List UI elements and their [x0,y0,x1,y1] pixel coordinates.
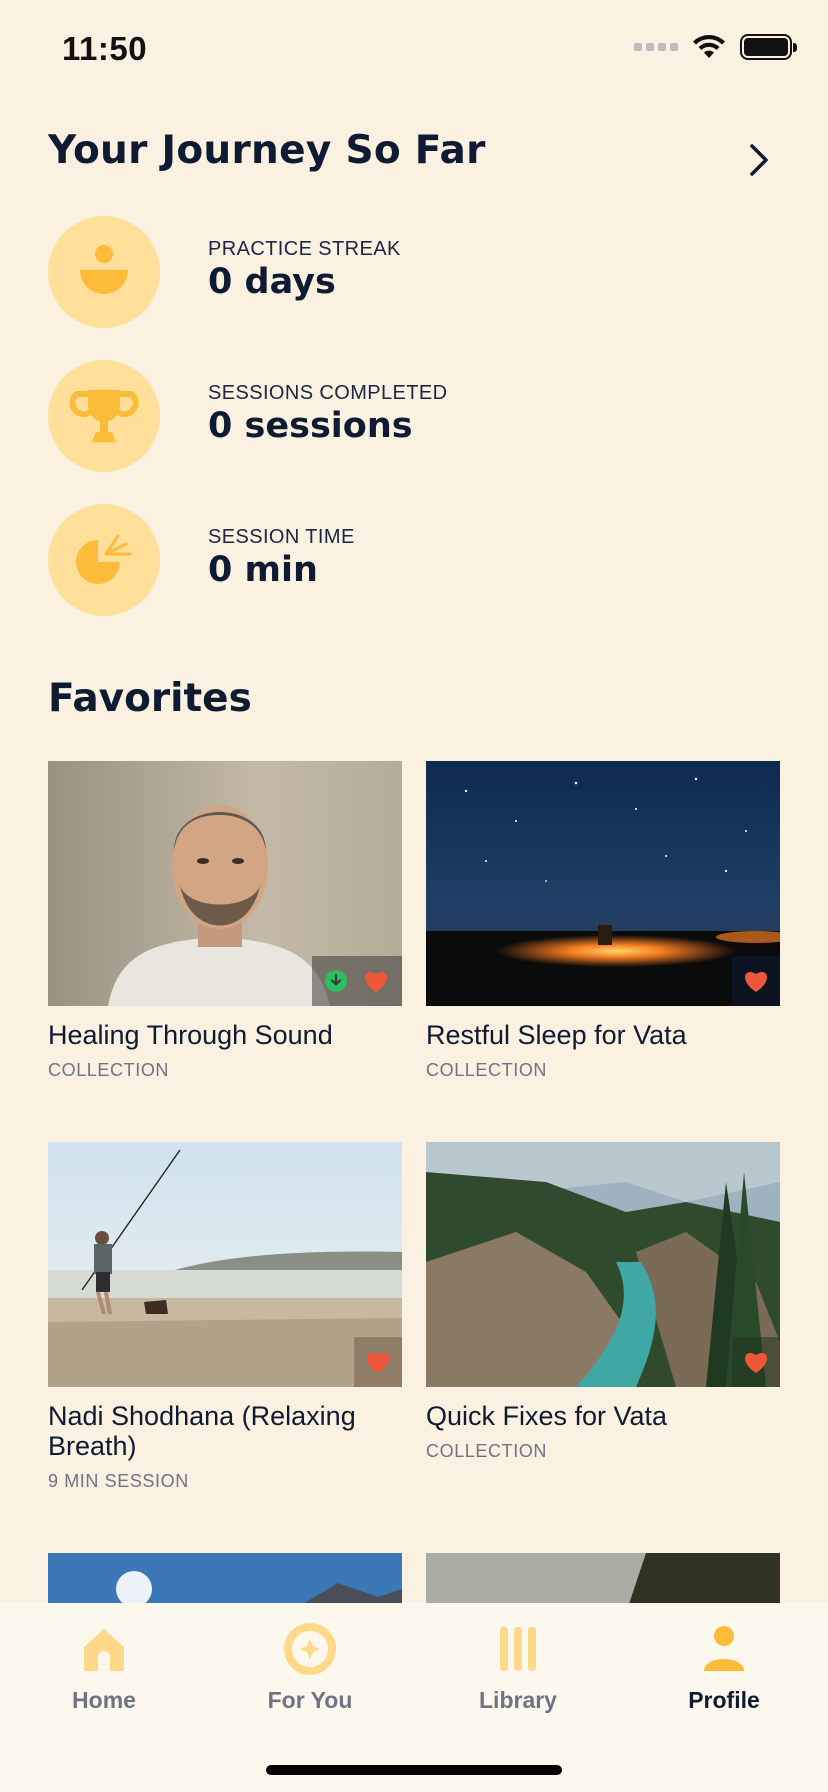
campfire-night-image [426,761,780,1006]
heart-icon[interactable] [364,1350,392,1374]
meditation-icon [80,245,128,294]
card-title: Restful Sleep for Vata [426,1020,687,1050]
wifi-icon [693,35,725,58]
tab-library[interactable]: Library [428,1621,608,1731]
stat-label: PRACTICE STREAK [208,238,401,260]
heart-icon[interactable] [362,969,390,993]
card-badge [354,1337,402,1387]
card-subtitle: COLLECTION [426,1060,548,1080]
canyon-river-image [426,1142,780,1387]
card-subtitle: COLLECTION [48,1060,170,1080]
profile-icon [704,1626,744,1671]
home-indicator [266,1765,562,1775]
status-icons [634,34,797,60]
tab-label: Profile [688,1687,760,1713]
card-image [426,1142,780,1387]
tab-label: For You [267,1687,353,1713]
favorite-card[interactable]: Quick Fixes for Vata COLLECTION [426,1142,780,1462]
battery-icon [740,34,797,60]
card-badge [732,1337,780,1387]
pie-time-icon [76,534,132,584]
tab-label: Home [72,1687,136,1713]
card-badge [732,956,780,1006]
stat-icon-circle [48,216,160,328]
chevron-right-icon[interactable] [740,140,776,180]
stat-value: 0 min [208,550,318,590]
stat-label: SESSIONS COMPLETED [208,382,448,404]
tab-for-you[interactable]: For You [220,1621,400,1731]
trophy-icon [69,390,139,442]
home-icon [84,1629,124,1671]
status-time: 11:50 [62,30,148,67]
favorites-title: Favorites [48,676,252,721]
card-title: Healing Through Sound [48,1020,333,1050]
stat-sessions-completed: SESSIONS COMPLETED 0 sessions [48,360,748,472]
tab-bar: Home For You Library Profile [0,1603,828,1792]
download-icon[interactable] [324,969,348,993]
card-badge [312,956,402,1006]
status-bar: 11:50 [0,0,828,100]
heart-icon[interactable] [742,969,770,993]
stat-value: 0 days [208,262,336,302]
stat-icon-circle [48,504,160,616]
for-you-icon [284,1623,336,1675]
stat-session-time: SESSION TIME 0 min [48,504,748,616]
tab-home[interactable]: Home [14,1621,194,1731]
card-subtitle: 9 MIN SESSION [48,1471,189,1491]
card-image [48,761,402,1006]
card-image [48,1142,402,1387]
favorite-card[interactable]: Healing Through Sound COLLECTION [48,761,402,1081]
library-icon [500,1627,536,1671]
card-subtitle: COLLECTION [426,1441,548,1461]
favorite-card[interactable]: Nadi Shodhana (Relaxing Breath) 9 MIN SE… [48,1142,402,1492]
heart-icon[interactable] [742,1350,770,1374]
beach-fishing-image [48,1142,402,1387]
stat-label: SESSION TIME [208,526,355,548]
card-title: Nadi Shodhana (Relaxing Breath) [48,1401,356,1461]
cellular-signal-icon [634,43,678,51]
stat-practice-streak: PRACTICE STREAK 0 days [48,216,748,328]
stat-icon-circle [48,360,160,472]
tab-label: Library [479,1687,557,1713]
favorite-card[interactable]: Restful Sleep for Vata COLLECTION [426,761,780,1081]
stat-value: 0 sessions [208,406,413,446]
tab-profile[interactable]: Profile [634,1621,814,1731]
card-image [426,761,780,1006]
card-title: Quick Fixes for Vata [426,1401,668,1431]
journey-title: Your Journey So Far [48,128,486,173]
